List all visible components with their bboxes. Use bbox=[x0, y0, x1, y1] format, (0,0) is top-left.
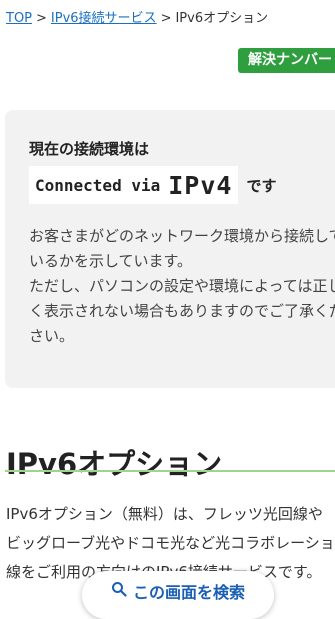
description-line: く表示されない場合もありますのでご了承くだ bbox=[29, 302, 335, 320]
solution-number-badge: 解決ナンバー bbox=[238, 48, 335, 73]
description-line: さい。 bbox=[29, 327, 75, 345]
connection-status-box: 現在の接続環境は Connected via IPv4 です お客さまがどのネッ… bbox=[5, 110, 335, 388]
breadcrumb-separator: > bbox=[36, 11, 47, 26]
search-icon bbox=[111, 582, 127, 597]
connection-status-description: お客さまがどのネットワーク環境から接続して いるかを示しています。 ただし、パソ… bbox=[29, 224, 335, 349]
connected-via-text: Connected via bbox=[35, 175, 161, 195]
connection-status-row: Connected via IPv4 です bbox=[29, 165, 276, 205]
description-line: いるかを示しています。 bbox=[29, 252, 193, 270]
connection-suffix: です bbox=[246, 176, 277, 195]
body-line: ビッグローブ光やドコモ光など光コラボレーショ bbox=[6, 534, 335, 552]
search-page-button[interactable]: この画面を検索 bbox=[82, 571, 274, 619]
search-page-label: この画面を検索 bbox=[132, 583, 245, 602]
breadcrumb-link-top[interactable]: TOP bbox=[6, 11, 32, 26]
description-line: ただし、パソコンの設定や環境によっては正し bbox=[29, 277, 335, 295]
title-divider bbox=[5, 470, 335, 472]
breadcrumb-link-ipv6-service[interactable]: IPv6接続サービス bbox=[51, 11, 157, 26]
page-title: IPv6オプション bbox=[6, 447, 223, 482]
breadcrumb: TOP > IPv6接続サービス > IPv6オプション bbox=[6, 7, 268, 26]
breadcrumb-separator: > bbox=[160, 11, 172, 26]
body-line: IPv6オプション（無料）は、フレッツ光回線や bbox=[6, 505, 323, 523]
connection-status-image: Connected via IPv4 bbox=[29, 166, 239, 204]
connection-protocol: IPv4 bbox=[168, 170, 233, 200]
breadcrumb-current: IPv6オプション bbox=[175, 11, 269, 26]
description-line: お客さまがどのネットワーク環境から接続して bbox=[29, 227, 335, 245]
connection-status-heading: 現在の接続環境は bbox=[29, 140, 150, 158]
